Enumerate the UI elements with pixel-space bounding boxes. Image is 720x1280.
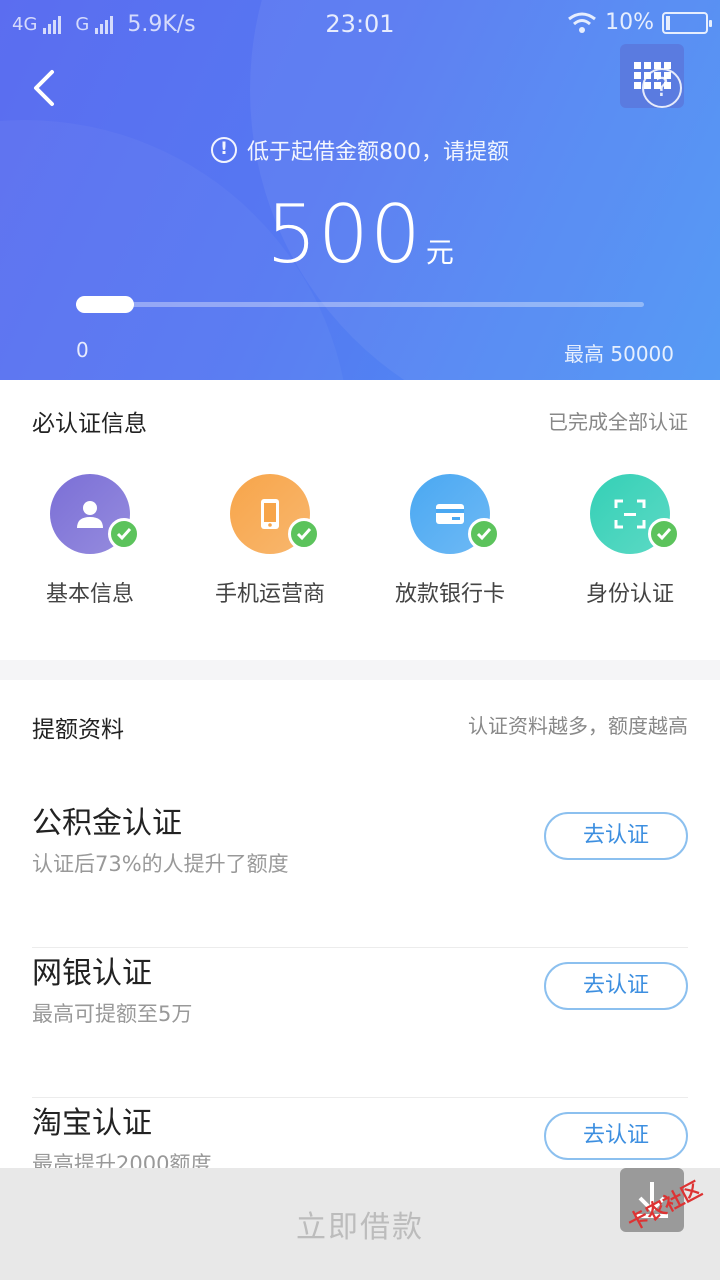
list-item-online-banking: 网银认证 最高可提额至5万 去认证	[32, 948, 688, 1098]
phone-icon	[261, 499, 279, 529]
cert-label: 基本信息	[45, 582, 134, 607]
cert-icon-bg	[590, 474, 680, 554]
required-title: 必认证信息	[32, 411, 147, 437]
back-button[interactable]	[24, 62, 74, 112]
range-min: 0	[76, 338, 89, 362]
wifi-icon	[568, 12, 597, 33]
item-title: 公积金认证	[32, 806, 182, 841]
check-icon	[648, 518, 680, 550]
min-amount-warning: ! 低于起借金额800，请提额	[0, 134, 720, 166]
item-title: 淘宝认证	[32, 1106, 152, 1141]
check-icon	[468, 518, 500, 550]
amount-value: 500	[266, 188, 422, 281]
cert-label: 放款银行卡	[394, 582, 505, 607]
cert-icon-bg	[410, 474, 500, 554]
borrow-now-button[interactable]: 立即借款	[0, 1168, 720, 1280]
raise-title: 提额资料	[32, 717, 124, 743]
cert-label: 手机运营商	[214, 582, 325, 607]
warning-text: 低于起借金额800，请提额	[247, 140, 509, 165]
cert-icon-bg	[230, 474, 320, 554]
item-subtitle: 认证后73%的人提升了额度	[32, 852, 289, 876]
bottom-bar: 立即借款	[0, 1168, 720, 1280]
battery-percent: 10%	[605, 10, 654, 35]
check-icon	[288, 518, 320, 550]
cert-mobile-carrier[interactable]: 手机运营商	[180, 474, 360, 608]
person-icon	[77, 501, 103, 528]
status-right: 10%	[567, 10, 712, 35]
cert-basic-info[interactable]: 基本信息	[0, 474, 180, 608]
range-max: 最高 50000	[564, 342, 674, 366]
cert-label: 身份认证	[585, 582, 674, 607]
app-page: 4G G 5.9K/s 23:01 10% ? ! 低于起借金额800，请提额 …	[0, 0, 720, 1280]
amount-unit: 元	[425, 236, 454, 269]
cert-bank-card[interactable]: 放款银行卡	[360, 474, 540, 608]
item-subtitle: 最高可提额至5万	[32, 1002, 193, 1026]
list-item-provident-fund: 公积金认证 认证后73%的人提升了额度 去认证	[32, 798, 688, 948]
required-note: 已完成全部认证	[548, 410, 688, 434]
certify-button[interactable]: 去认证	[544, 1112, 688, 1160]
cert-list: 基本信息 手机运营商 放款银行卡 身份认证	[0, 474, 720, 624]
slider-thumb[interactable]	[76, 296, 134, 313]
required-cert-card: 必认证信息 已完成全部认证 基本信息 手机运营商 放款银行卡 身份认证	[0, 380, 720, 660]
credit-amount: 500 元	[0, 188, 720, 281]
certify-button[interactable]: 去认证	[544, 962, 688, 1010]
question-icon: ?	[642, 68, 682, 108]
check-icon	[108, 518, 140, 550]
amount-slider[interactable]	[76, 296, 644, 313]
help-button[interactable]: ?	[620, 44, 684, 108]
chevron-left-icon	[34, 70, 54, 106]
cert-icon-bg	[50, 474, 140, 554]
alert-icon: !	[211, 137, 237, 163]
raise-note: 认证资料越多，额度越高	[468, 714, 688, 738]
cert-identity[interactable]: 身份认证	[540, 474, 720, 608]
header: 4G G 5.9K/s 23:01 10% ? ! 低于起借金额800，请提额 …	[0, 0, 720, 380]
item-title: 网银认证	[32, 956, 152, 991]
battery-icon	[662, 11, 712, 34]
status-bar: 4G G 5.9K/s 23:01 10%	[0, 0, 720, 50]
id-scan-icon	[614, 499, 646, 529]
certify-button[interactable]: 去认证	[544, 812, 688, 860]
bank-card-icon	[436, 504, 464, 524]
